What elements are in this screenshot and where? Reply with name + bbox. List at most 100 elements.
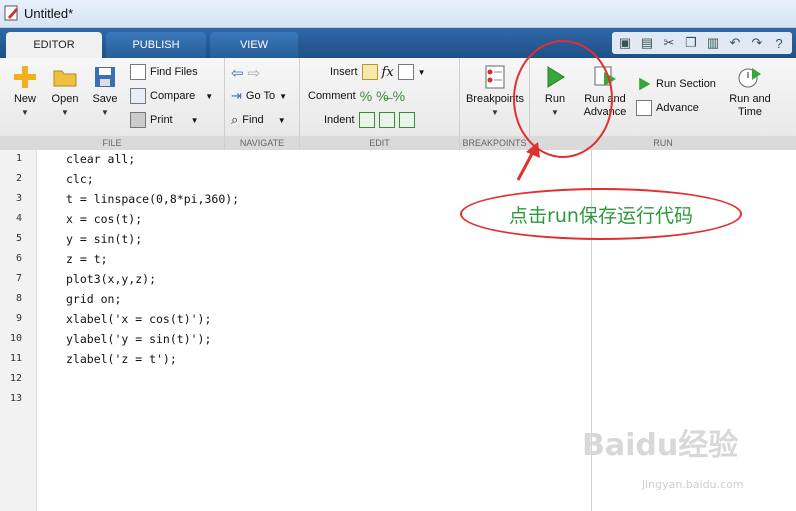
- decrease-indent-icon[interactable]: [398, 112, 415, 128]
- smart-indent-icon[interactable]: [358, 112, 375, 128]
- increase-indent-icon[interactable]: [378, 112, 395, 128]
- code-line[interactable]: ylabel('y = sin(t)');: [66, 332, 211, 346]
- tab-editor[interactable]: EDITOR: [6, 32, 102, 58]
- goto-label: Go To: [245, 90, 276, 102]
- line-number: 10: [9, 333, 22, 344]
- compare-button[interactable]: Compare ▼: [130, 88, 213, 104]
- compare-dropdown-icon[interactable]: ▼: [205, 92, 213, 101]
- percent-icon[interactable]: %: [360, 88, 372, 104]
- run-time-label-1: Run and: [729, 93, 771, 105]
- code-line[interactable]: plot3(x,y,z);: [66, 272, 156, 286]
- quick-access-toolbar: ▣ ▤ ✂ ❐ ▥ ↶ ↷ ?: [612, 32, 792, 54]
- ribbon: New ▼ Open ▼ Save ▼ Find Files Compare ▼…: [0, 58, 796, 150]
- find-files-label: Find Files: [150, 66, 198, 78]
- goto-dropdown-icon[interactable]: ▼: [279, 92, 287, 101]
- find-dropdown-icon[interactable]: ▼: [278, 116, 286, 125]
- forward-arrow-icon[interactable]: ⇨: [248, 64, 261, 82]
- code-line[interactable]: t = linspace(0,8*pi,360);: [66, 192, 239, 206]
- navigate-group-label: NAVIGATE: [225, 136, 299, 150]
- title-bar: Untitled*: [0, 0, 796, 28]
- run-section-label: Run Section: [656, 78, 716, 90]
- line-number: 7: [15, 273, 22, 284]
- fx-icon[interactable]: fx: [382, 65, 394, 80]
- insert-dropdown-icon[interactable]: ▼: [418, 68, 426, 77]
- file-group-label: FILE: [0, 136, 224, 150]
- indent-button[interactable]: Indent: [324, 112, 415, 128]
- insert-button[interactable]: Insert fx ▼: [330, 64, 426, 80]
- find-button[interactable]: ⌕ Find ▼: [231, 112, 286, 128]
- new-plus-icon: [14, 66, 36, 88]
- save-disk-icon: [95, 67, 115, 87]
- print-button[interactable]: Print ▼: [130, 112, 199, 128]
- file-group: New ▼ Open ▼ Save ▼ Find Files Compare ▼…: [0, 58, 225, 150]
- line-number: 6: [15, 253, 22, 264]
- redo-icon[interactable]: ↷: [747, 33, 767, 53]
- comment-button[interactable]: Comment % %̶ %: [308, 88, 405, 104]
- help-icon[interactable]: ?: [769, 33, 789, 53]
- open-button[interactable]: Open ▼: [48, 64, 82, 119]
- open-dropdown-icon[interactable]: ▼: [48, 106, 82, 119]
- editor-app-icon: [4, 5, 18, 21]
- run-and-time-button[interactable]: Run and Time: [724, 64, 776, 119]
- print-label: Print: [150, 114, 173, 126]
- goto-arrow-icon: ⇥: [231, 88, 242, 103]
- save-dropdown-icon[interactable]: ▼: [88, 106, 122, 119]
- tab-publish[interactable]: PUBLISH: [106, 32, 206, 58]
- new-label: New: [13, 93, 36, 105]
- code-line[interactable]: z = t;: [66, 252, 108, 266]
- code-line[interactable]: clear all;: [66, 152, 135, 166]
- line-number: 8: [15, 293, 22, 304]
- code-line[interactable]: y = sin(t);: [66, 232, 142, 246]
- insert-label: Insert: [330, 66, 358, 78]
- comment-label: Comment: [308, 90, 356, 102]
- magnifier-icon: ⌕: [231, 112, 239, 127]
- watermark-brand: Baidu经验: [582, 428, 739, 463]
- undo-icon[interactable]: ↶: [725, 33, 745, 53]
- new-button[interactable]: New ▼: [8, 64, 42, 119]
- line-number: 3: [15, 193, 22, 204]
- code-line[interactable]: grid on;: [66, 292, 121, 306]
- back-arrow-icon[interactable]: ⇦: [231, 64, 244, 82]
- run-section-icon: [639, 77, 651, 91]
- function-icon[interactable]: [397, 64, 414, 80]
- printer-icon: [130, 112, 146, 128]
- save-label: Save: [92, 93, 118, 105]
- line-number: 11: [9, 353, 22, 364]
- copy-icon[interactable]: ❐: [681, 33, 701, 53]
- folder-icon: [53, 70, 77, 87]
- cut-icon[interactable]: ✂: [659, 33, 679, 53]
- ribbon-tab-strip: EDITOR PUBLISH VIEW ▣ ▤ ✂ ❐ ▥ ↶ ↷ ?: [0, 28, 796, 58]
- advance-icon: [636, 100, 652, 116]
- save-button[interactable]: Save ▼: [88, 64, 122, 119]
- wrap-comment-icon[interactable]: %: [393, 88, 405, 104]
- find-files-button[interactable]: Find Files: [130, 64, 198, 80]
- dock-icon[interactable]: ▣: [615, 33, 635, 53]
- annotation-arrow-icon: [516, 142, 540, 181]
- save-icon[interactable]: ▤: [637, 33, 657, 53]
- code-line[interactable]: zlabel('z = t');: [66, 352, 177, 366]
- run-section-button[interactable]: Run Section: [636, 76, 716, 92]
- code-line[interactable]: clc;: [66, 172, 94, 186]
- find-files-icon: [130, 64, 146, 80]
- annotation-text: 点击run保存运行代码: [509, 204, 693, 227]
- code-line[interactable]: xlabel('x = cos(t)');: [66, 312, 211, 326]
- back-forward-buttons: ⇦ ⇨: [231, 64, 260, 82]
- compare-label: Compare: [150, 90, 196, 102]
- line-number: 2: [15, 173, 22, 184]
- line-number: 9: [15, 313, 22, 324]
- goto-button[interactable]: ⇥ Go To ▼: [231, 88, 287, 104]
- new-dropdown-icon[interactable]: ▼: [8, 106, 42, 119]
- compare-icon: [130, 88, 146, 104]
- find-label: Find: [242, 114, 264, 126]
- paste-icon[interactable]: ▥: [703, 33, 723, 53]
- watermark-url: jingyan.baidu.com: [642, 478, 744, 491]
- uncomment-icon[interactable]: %̶: [376, 88, 388, 104]
- print-dropdown-icon[interactable]: ▼: [191, 116, 199, 125]
- line-number: 13: [9, 393, 22, 404]
- open-label: Open: [51, 93, 79, 105]
- edit-group-label: EDIT: [300, 136, 459, 150]
- run-time-icon: [738, 68, 761, 88]
- advance-button[interactable]: Advance: [636, 100, 699, 116]
- tab-view[interactable]: VIEW: [210, 32, 298, 58]
- code-line[interactable]: x = cos(t);: [66, 212, 142, 226]
